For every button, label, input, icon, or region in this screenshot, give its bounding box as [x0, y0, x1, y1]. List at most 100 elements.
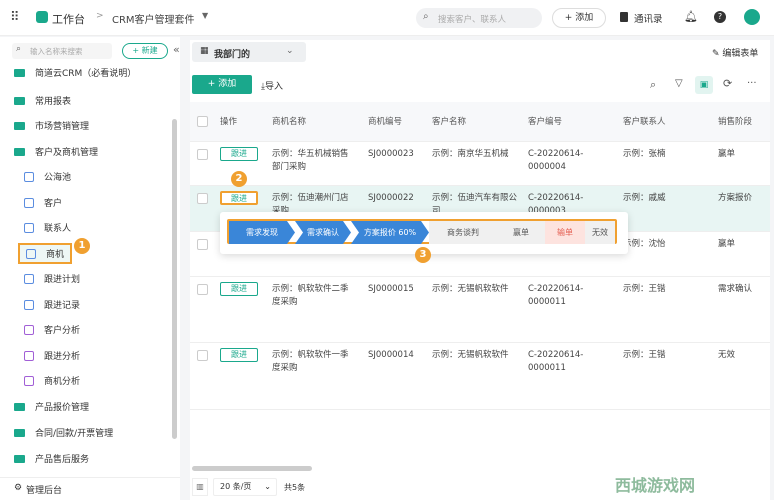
report-icon	[24, 350, 34, 361]
folder-icon	[14, 68, 25, 77]
gear-icon: ⚙	[14, 483, 23, 493]
follow-button[interactable]: 跟进	[220, 191, 258, 205]
add-record-button[interactable]: + 添加	[192, 75, 252, 94]
sidebar-scrollbar[interactable]	[172, 119, 177, 439]
chevron-down-icon[interactable]: ▼	[202, 11, 208, 20]
admin-link[interactable]: 管理后台	[26, 483, 62, 496]
sidebar-item[interactable]: 客户及商机管理	[14, 145, 98, 158]
stage-step[interactable]: 商务谈判	[429, 221, 497, 244]
watermark: 西城游戏网	[615, 476, 696, 495]
stage-step[interactable]: 方案报价 60%	[351, 221, 429, 244]
cell-code: SJ0000015	[368, 284, 414, 294]
sidebar-item[interactable]: 跟进计划	[24, 272, 80, 285]
sidebar-item[interactable]: 商机分析	[24, 374, 80, 387]
follow-button[interactable]: 跟进	[220, 348, 258, 362]
refresh-icon[interactable]: ⟳	[723, 77, 732, 90]
report-icon	[24, 375, 34, 386]
column-header[interactable]: 客户名称	[432, 116, 466, 129]
collapse-sidebar-button[interactable]: «	[173, 43, 180, 56]
cell-cust_code: C-20220614-0000011	[528, 350, 584, 373]
more-icon[interactable]: ···	[747, 78, 757, 89]
view-selector[interactable]: ▦ 我部门的 ⌄	[192, 42, 306, 62]
row-checkbox[interactable]	[197, 350, 208, 361]
column-header[interactable]: 商机编号	[368, 116, 402, 129]
stage-step[interactable]: 赢单	[497, 221, 545, 244]
search-icon[interactable]: ⌕	[650, 78, 656, 92]
row-checkbox[interactable]	[197, 284, 208, 295]
cell-customer: 示例：南京华五机械	[432, 149, 509, 159]
avatar[interactable]	[744, 9, 760, 25]
column-header: 操作	[220, 117, 238, 127]
sidebar-search-input[interactable]: ⌕ 输入名称来搜索	[12, 43, 112, 59]
workspace-link[interactable]: 工作台	[52, 11, 85, 27]
follow-button[interactable]: 跟进	[220, 282, 258, 296]
cell-stage: 无效	[718, 350, 736, 360]
workspace-logo-icon	[36, 11, 48, 23]
sidebar-item[interactable]: 合同/回款/开票管理	[14, 426, 113, 439]
table-row[interactable]: 跟进 示例：帆软软件二季度采购 SJ0000015 示例：无锡帆软软件 C-202206…	[190, 277, 770, 343]
stage-step[interactable]: 需求确认	[295, 221, 351, 244]
sidebar-item[interactable]: 常用报表	[14, 94, 71, 107]
new-button[interactable]: + 新建	[122, 43, 168, 59]
row-checkbox[interactable]	[197, 149, 208, 160]
select-all-checkbox[interactable]	[197, 116, 208, 127]
contacts-book-icon	[620, 12, 628, 22]
cell-name: 示例：华五机械销售部门采购	[272, 149, 349, 172]
sidebar-item[interactable]: 跟进记录	[24, 298, 80, 311]
folder-icon	[14, 454, 25, 463]
sidebar-item-label: 客户	[44, 199, 63, 209]
sidebar-item-label: 合同/回款/开票管理	[35, 429, 114, 439]
row-checkbox[interactable]	[197, 193, 208, 204]
divider	[0, 477, 180, 478]
form-icon	[26, 248, 36, 259]
help-icon[interactable]: ?	[714, 11, 726, 23]
folder-icon	[14, 402, 25, 411]
row-checkbox[interactable]	[197, 239, 208, 250]
search-icon: ⌕	[16, 44, 22, 54]
contacts-button[interactable]: 通讯录	[634, 11, 663, 25]
table-row[interactable]: 跟进 示例：帆软软件一季度采购 SJ0000014 示例：无锡帆软软件 C-202206…	[190, 343, 770, 410]
columns-icon[interactable]: ▥	[192, 478, 208, 496]
sidebar-item[interactable]: 市场营销管理	[14, 119, 89, 132]
sidebar-item[interactable]: 产品售后服务	[14, 452, 89, 465]
bell-icon[interactable]: 🔔︎	[684, 10, 698, 23]
sidebar-item[interactable]: 简道云CRM（必看说明）	[14, 66, 136, 79]
sidebar-item-label: 客户及商机管理	[35, 148, 99, 158]
sidebar-item-label: 跟进记录	[44, 301, 81, 311]
table-row[interactable]: 跟进 示例：华五机械销售部门采购 SJ0000023 示例：南京华五机械 C-20220…	[190, 142, 770, 186]
global-add-button[interactable]: + 添加	[552, 8, 606, 28]
column-header[interactable]: 客户编号	[528, 116, 562, 129]
app-title[interactable]: CRM客户管理套件	[112, 11, 195, 26]
import-button[interactable]: ⤓导入	[261, 79, 283, 92]
column-header[interactable]: 客户联系人	[623, 116, 666, 129]
apps-grid-icon[interactable]: ⠿	[10, 10, 20, 25]
form-icon	[24, 171, 34, 182]
follow-button[interactable]: 跟进	[220, 147, 258, 161]
stage-step[interactable]: 需求发现	[229, 221, 295, 244]
sidebar-item-label: 简道云CRM（必看说明）	[35, 69, 137, 79]
sidebar-item[interactable]: 联系人	[24, 221, 71, 234]
step-badge-1: 1	[74, 238, 90, 254]
sidebar-item[interactable]: 跟进分析	[24, 349, 80, 362]
sidebar-item[interactable]: 产品报价管理	[14, 400, 89, 413]
form-icon	[24, 299, 34, 310]
stage-step[interactable]: 无效	[585, 221, 615, 244]
stage-step[interactable]: 输单	[545, 221, 585, 244]
sidebar-item[interactable]: 客户	[24, 196, 62, 209]
sidebar-item[interactable]: 公海池	[24, 170, 71, 183]
horizontal-scrollbar[interactable]	[192, 466, 312, 471]
sidebar-item-label: 常用报表	[35, 97, 72, 107]
page-size-select[interactable]: 20 条/页 ⌄	[213, 478, 277, 496]
column-header[interactable]: 销售阶段	[718, 116, 752, 129]
column-header[interactable]: 商机名称	[272, 116, 306, 129]
table-view-icon: ▦	[200, 46, 209, 56]
sidebar-item-label: 公海池	[44, 173, 72, 183]
cell-name: 示例：帆软软件一季度采购	[272, 350, 349, 373]
step-badge-3: 3	[415, 247, 431, 263]
display-settings-icon[interactable]: ▣	[695, 76, 713, 94]
edit-form-button[interactable]: ✎ 编辑表单	[712, 46, 758, 59]
filter-icon[interactable]: ▽	[675, 78, 683, 89]
sidebar-item[interactable]: 客户分析	[24, 323, 80, 336]
sidebar-item[interactable]: 商机	[18, 243, 73, 264]
global-search-input[interactable]: ⌕ 搜索客户、联系人	[416, 8, 542, 28]
